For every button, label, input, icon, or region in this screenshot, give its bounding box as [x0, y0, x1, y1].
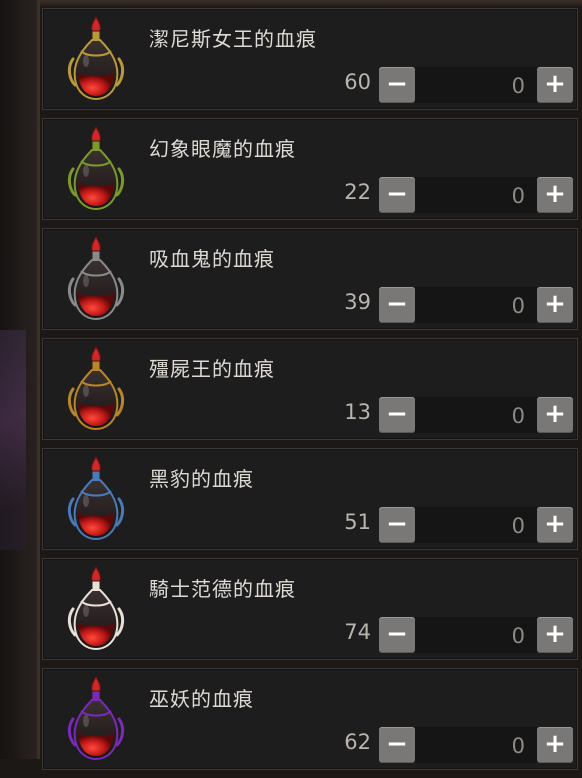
quantity-input[interactable]: [423, 401, 529, 431]
increase-button[interactable]: +: [537, 727, 573, 763]
decrease-button[interactable]: −: [379, 617, 415, 653]
decrease-button[interactable]: −: [379, 177, 415, 213]
potion-blue-claw-icon: [65, 455, 127, 543]
list-item[interactable]: 黑豹的血痕 51 − +: [42, 448, 578, 550]
quantity-stepper: − +: [379, 507, 573, 543]
quantity-input[interactable]: [423, 621, 529, 651]
top-frame-strip: [40, 0, 582, 6]
left-panel-edge: [0, 0, 40, 759]
item-name: 潔尼斯女王的血痕: [149, 27, 317, 51]
item-name: 巫妖的血痕: [149, 687, 254, 711]
potion-white-feather-icon: [65, 565, 127, 653]
item-name: 殭屍王的血痕: [149, 357, 275, 381]
owned-count: 60: [344, 70, 371, 94]
list-item[interactable]: 殭屍王的血痕 13 − +: [42, 338, 578, 440]
item-name: 幻象眼魔的血痕: [149, 137, 296, 161]
potion-green-gems-icon: [65, 125, 127, 213]
decrease-button[interactable]: −: [379, 397, 415, 433]
increase-button[interactable]: +: [537, 617, 573, 653]
quantity-input[interactable]: [423, 291, 529, 321]
quantity-stepper: − +: [379, 727, 573, 763]
list-item[interactable]: 巫妖的血痕 62 − +: [42, 668, 578, 770]
list-item[interactable]: 潔尼斯女王的血痕 60 − +: [42, 8, 578, 110]
increase-button[interactable]: +: [537, 287, 573, 323]
decrease-button[interactable]: −: [379, 67, 415, 103]
quantity-stepper: − +: [379, 617, 573, 653]
list-item[interactable]: 吸血鬼的血痕 39 − +: [42, 228, 578, 330]
quantity-input[interactable]: [423, 511, 529, 541]
potion-purple-robe-icon: [65, 675, 127, 763]
quantity-input[interactable]: [423, 181, 529, 211]
blood-mark-list: 潔尼斯女王的血痕 60 − + 幻象眼魔: [42, 8, 578, 778]
decrease-button[interactable]: −: [379, 287, 415, 323]
owned-count: 39: [344, 290, 371, 314]
quantity-stepper: − +: [379, 287, 573, 323]
potion-gold-dragon-icon: [65, 15, 127, 103]
potion-gold-wrapped-icon: [65, 345, 127, 433]
owned-count: 51: [344, 510, 371, 534]
decrease-button[interactable]: −: [379, 507, 415, 543]
quantity-stepper: − +: [379, 67, 573, 103]
list-item[interactable]: 騎士范德的血痕 74 − +: [42, 558, 578, 660]
item-name: 黑豹的血痕: [149, 467, 254, 491]
increase-button[interactable]: +: [537, 67, 573, 103]
quantity-input[interactable]: [423, 731, 529, 761]
owned-count: 62: [344, 730, 371, 754]
item-name: 吸血鬼的血痕: [149, 247, 275, 271]
decrease-button[interactable]: −: [379, 727, 415, 763]
increase-button[interactable]: +: [537, 397, 573, 433]
potion-silver-web-icon: [65, 235, 127, 323]
increase-button[interactable]: +: [537, 507, 573, 543]
item-name: 騎士范德的血痕: [149, 577, 296, 601]
owned-count: 22: [344, 180, 371, 204]
list-item[interactable]: 幻象眼魔的血痕 22 − +: [42, 118, 578, 220]
owned-count: 74: [344, 620, 371, 644]
quantity-stepper: − +: [379, 177, 573, 213]
quantity-input[interactable]: [423, 71, 529, 101]
quantity-stepper: − +: [379, 397, 573, 433]
owned-count: 13: [344, 400, 371, 424]
increase-button[interactable]: +: [537, 177, 573, 213]
